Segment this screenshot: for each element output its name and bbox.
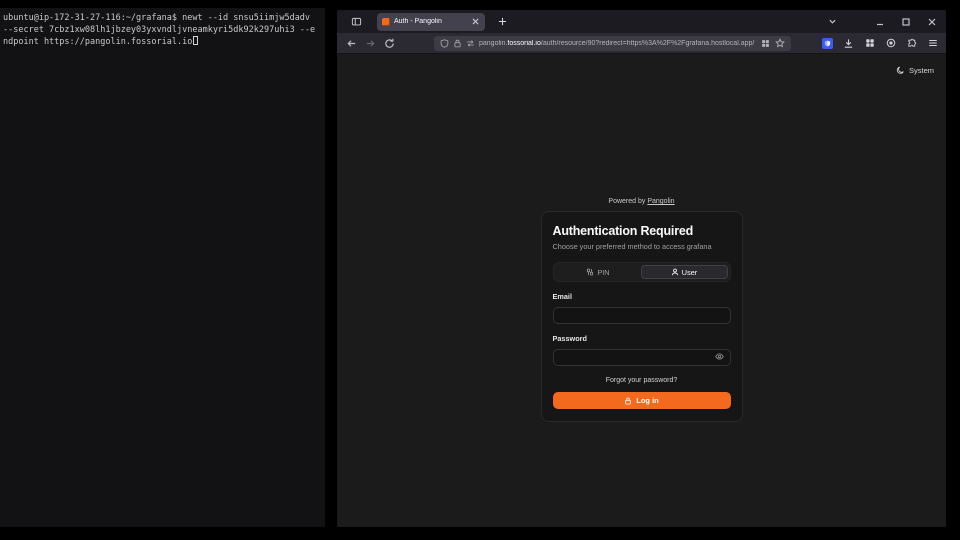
reload-button[interactable] <box>383 37 396 50</box>
tab-user[interactable]: User <box>641 265 728 279</box>
close-window-button[interactable] <box>926 16 938 28</box>
firefox-view-icon <box>351 16 362 27</box>
login-button[interactable]: Log in <box>553 392 731 409</box>
pangolin-link[interactable]: Pangolin <box>647 198 674 205</box>
lock-icon <box>453 39 462 48</box>
reload-icon <box>384 38 395 49</box>
tab-title: Auth - Pangolin <box>394 18 466 25</box>
url-text: pangolin.fossorial.io/auth/resource/90?r… <box>479 40 757 47</box>
downloads-button[interactable] <box>843 38 854 49</box>
urlbar-actions <box>761 38 785 48</box>
desktop: ubuntu@ip-172-31-27-116:~/grafana$ newt … <box>0 0 960 540</box>
terminal-cursor <box>193 36 198 45</box>
new-tab-button[interactable] <box>495 15 509 29</box>
powered-by: Powered by Pangolin <box>541 198 743 205</box>
grid-extension-icon[interactable] <box>864 38 875 49</box>
forward-arrow-icon <box>365 38 376 49</box>
forward-button[interactable] <box>364 37 377 50</box>
toolbar-extensions <box>822 38 938 49</box>
back-button[interactable] <box>345 37 358 50</box>
shield-extension-icon[interactable] <box>822 38 833 49</box>
terminal-window[interactable]: ubuntu@ip-172-31-27-116:~/grafana$ newt … <box>0 8 325 527</box>
password-field[interactable] <box>553 349 731 366</box>
password-row <box>553 347 731 366</box>
plus-icon <box>498 17 507 26</box>
forgot-password-link[interactable]: Forgot your password? <box>553 377 731 384</box>
url-bar[interactable]: pangolin.fossorial.io/auth/resource/90?r… <box>434 36 791 51</box>
download-icon <box>843 38 854 49</box>
browser-toolbar: pangolin.fossorial.io/auth/resource/90?r… <box>337 33 946 54</box>
terminal-line: ubuntu@ip-172-31-27-116:~/grafana$ newt … <box>3 12 322 24</box>
back-arrow-icon <box>346 38 357 49</box>
eye-icon <box>715 352 724 361</box>
url-path: /auth/resource/90?redirect=https%3A%2F%2… <box>541 40 754 47</box>
email-field[interactable] <box>553 307 731 324</box>
user-icon <box>671 268 679 276</box>
tab-pin-label: PIN <box>597 268 609 277</box>
show-password-toggle[interactable] <box>715 352 725 362</box>
permissions-icon <box>466 39 475 48</box>
hamburger-menu-icon <box>928 38 938 48</box>
auth-card: Authentication Required Choose your pref… <box>541 211 743 422</box>
powered-by-text: Powered by <box>608 198 645 205</box>
firefox-view-button[interactable] <box>349 15 363 29</box>
keypad-icon <box>586 268 594 276</box>
minimize-button[interactable] <box>874 16 886 28</box>
moon-icon <box>896 66 905 75</box>
tab-list-button[interactable] <box>826 16 838 28</box>
tab-pin[interactable]: PIN <box>556 265 641 279</box>
tab-user-label: User <box>682 268 697 277</box>
minimize-icon <box>876 18 884 26</box>
tab-close-icon[interactable] <box>470 17 480 27</box>
terminal-line: ndpoint https://pangolin.fossorial.io <box>3 36 322 48</box>
url-subdomain: pangolin. <box>479 40 507 47</box>
auth-method-tabs: PIN User <box>553 262 731 282</box>
container-grid-icon[interactable] <box>761 39 770 48</box>
pangolin-favicon <box>382 18 390 26</box>
browser-window: Auth - Pangolin <box>337 10 946 527</box>
extensions-puzzle-icon[interactable] <box>906 38 917 49</box>
theme-toggle-label: System <box>909 66 934 75</box>
window-controls <box>826 16 938 28</box>
shield-icon <box>440 39 449 48</box>
browser-tabbar: Auth - Pangolin <box>337 10 946 33</box>
menu-button[interactable] <box>927 38 938 49</box>
email-label: Email <box>553 292 731 301</box>
page-content: System Powered by Pangolin Authenticatio… <box>337 54 946 526</box>
maximize-icon <box>902 18 910 26</box>
bookmark-star-icon[interactable] <box>775 38 785 48</box>
card-subtitle: Choose your preferred method to access g… <box>553 242 731 251</box>
chevron-down-icon <box>828 17 837 26</box>
url-domain: fossorial.io <box>507 40 540 47</box>
maximize-button[interactable] <box>900 16 912 28</box>
auth-section: Powered by Pangolin Authentication Requi… <box>541 198 743 422</box>
terminal-line: --secret 7cbz1xw08lh1jbzey03yxvndljvneam… <box>3 24 322 36</box>
circle-extension-icon[interactable] <box>885 38 896 49</box>
lock-icon <box>624 397 632 405</box>
terminal-line-text: ndpoint https://pangolin.fossorial.io <box>3 37 192 47</box>
login-button-label: Log in <box>636 396 659 405</box>
close-icon <box>928 18 936 26</box>
browser-tab-active[interactable]: Auth - Pangolin <box>377 13 485 31</box>
password-label: Password <box>553 334 731 343</box>
theme-toggle[interactable]: System <box>896 66 934 75</box>
card-title: Authentication Required <box>553 224 731 238</box>
